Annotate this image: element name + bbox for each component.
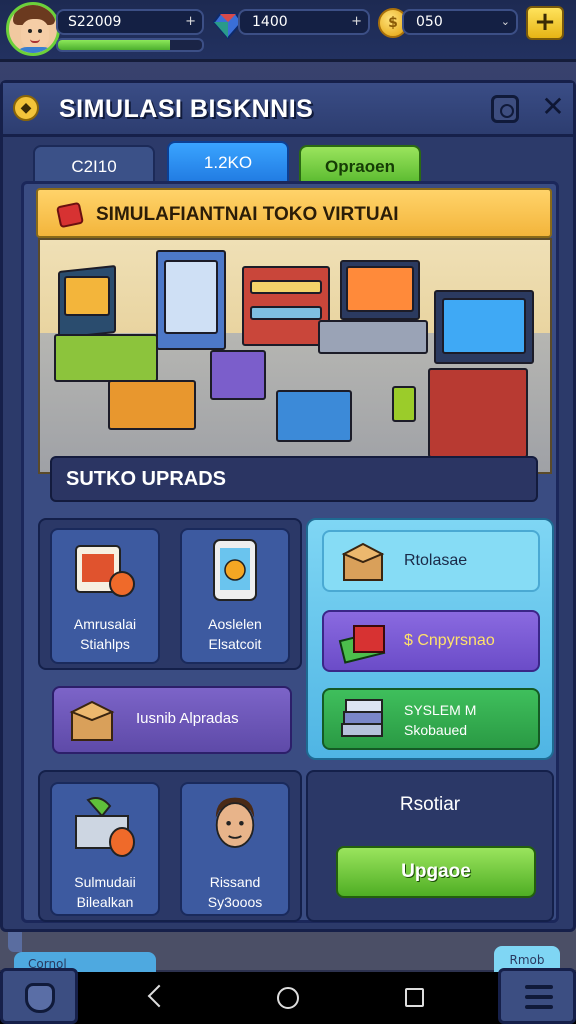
tablet-icon [213, 539, 257, 601]
gem-value: 1400 [252, 14, 288, 30]
menu-button[interactable] [498, 968, 576, 1024]
menu-icon [525, 985, 553, 989]
server-stack-icon [341, 699, 383, 737]
right-button-3-line2: Skobaued [404, 722, 468, 738]
close-icon[interactable]: ✕ [539, 91, 567, 123]
panel-title: SIMULASI BISKNNIS [59, 95, 314, 123]
player-avatar[interactable] [6, 2, 60, 56]
store-banner: SIMULAFIANTNAI TOKO VIRTUAI [36, 188, 552, 238]
map-pin-icon [25, 983, 55, 1013]
menu-icon-bar-2 [525, 995, 553, 999]
business-simulation-panel: ◆ SIMULASI BISKNNIS ✕ C2I10 1.2KO Opraoe… [0, 80, 576, 932]
top-bar: S22009 + 1400 + $ 050 ⌄ + [0, 0, 576, 62]
content-frame: SIMULAFIANTNAI TOKO VIRTUAI SUTKO UPRADS… [21, 181, 559, 923]
nav-home-icon[interactable] [277, 987, 299, 1009]
restore-label: Rsotiar [399, 794, 461, 815]
right-button-3-line1: SYSLEM M [404, 702, 477, 718]
banner-title: SIMULAFIANTNAI TOKO VIRTUAI [96, 204, 399, 225]
panel-header: ◆ SIMULASI BISKNNIS ✕ [3, 83, 573, 137]
upgrade-card-2[interactable]: Aoslelen Elsatcoit [180, 528, 290, 664]
upgrade-button[interactable]: Upgaoe [336, 846, 536, 898]
banner-cube-icon [55, 201, 85, 229]
business-upgrades-button[interactable]: Iusnib Alpradas [52, 686, 292, 754]
money-counter: S22009 + [56, 9, 204, 35]
upgrade-card-1[interactable]: Amrusalai Stiahlps [50, 528, 160, 664]
coin-dropdown-chevron-icon[interactable]: ⌄ [501, 11, 510, 33]
gem-counter: 1400 + [238, 9, 370, 35]
xp-progress-bar [56, 38, 204, 52]
upgrade-block-bottom: Sulmudaii Bilealkan Rissand Sy3ooos [38, 770, 302, 922]
store-illustration [38, 238, 552, 474]
basket-icon [75, 797, 135, 857]
camera-icon[interactable] [491, 95, 519, 123]
card-3-line2: Bilealkan [76, 894, 134, 910]
right-button-2[interactable]: $ Cnpyrsnao [322, 610, 540, 672]
android-nav-bar [0, 972, 576, 1024]
map-pin-button[interactable] [0, 968, 78, 1024]
card-2-line2: Elsatcoit [208, 636, 262, 652]
add-currency-button[interactable]: + [526, 6, 564, 40]
nav-recent-icon[interactable] [405, 988, 424, 1007]
right-button-3-text: SYSLEM M Skobaued [404, 700, 476, 740]
restore-block: Rsotiar Upgaoe [306, 770, 554, 922]
card-1-line2: Stiahlps [80, 636, 130, 652]
gem-plus-button[interactable]: + [351, 11, 362, 33]
coin-value: 050 [416, 14, 443, 30]
upgrade-card-4[interactable]: Rissand Sy3ooos [180, 782, 290, 916]
upgrades-section-label: SUTKO UPRADS [50, 456, 538, 502]
business-upgrades-label: Iusnib Alpradas [136, 710, 239, 727]
card-1-line1: Amrusalai [73, 616, 137, 632]
card-4-line1: Rissand [209, 874, 261, 890]
box-icon [69, 700, 115, 741]
package-icon [341, 542, 385, 581]
store-icon: ◆ [13, 95, 39, 121]
coin-counter: 050 ⌄ [402, 9, 518, 35]
upgrade-card-3[interactable]: Sulmudaii Bilealkan [50, 782, 160, 916]
right-actions-block: Rtolasae $ Cnpyrsnao SYSLEM M Skobaued [306, 518, 554, 760]
upgrade-block-top: Amrusalai Stiahlps Aoslelen Elsatcoit [38, 518, 302, 670]
right-button-2-label: $ Cnpyrsnao [404, 632, 495, 649]
store-display-icon [75, 545, 135, 597]
staff-avatar-icon [215, 797, 255, 848]
right-button-3[interactable]: SYSLEM M Skobaued [322, 688, 540, 750]
card-3-line1: Sulmudaii [74, 874, 136, 890]
card-2-line1: Aoslelen [208, 616, 262, 632]
xp-progress-fill [58, 40, 171, 50]
card-4-line2: Sy3ooos [207, 894, 263, 910]
money-stack-icon [338, 625, 386, 664]
right-button-1-label: Rtolasae [404, 552, 468, 569]
menu-icon-bar-3 [525, 1005, 553, 1009]
right-button-1[interactable]: Rtolasae [322, 530, 540, 592]
money-plus-button[interactable]: + [185, 11, 196, 33]
money-value: S22009 [68, 14, 122, 30]
nav-back-icon[interactable] [148, 986, 164, 1008]
